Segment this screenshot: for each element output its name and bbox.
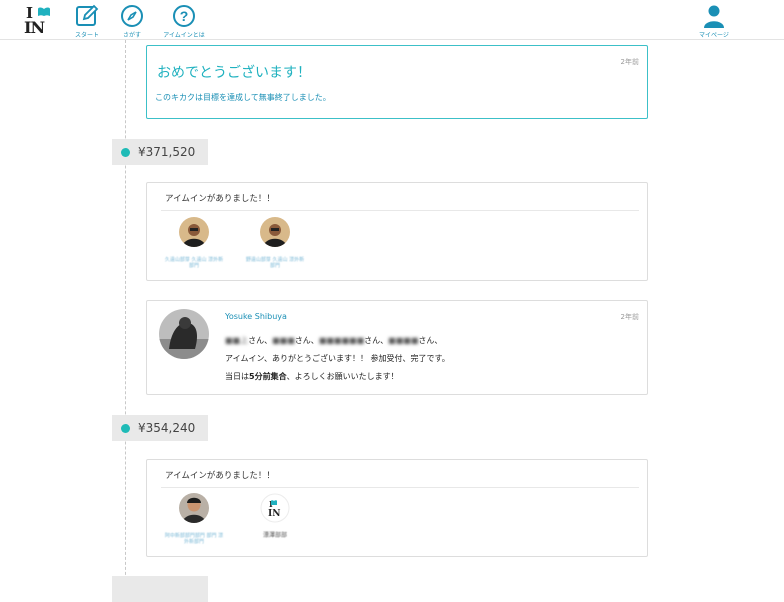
mention-name: ■■■■■■ <box>318 336 365 345</box>
nav-about-label: アイムインとは <box>163 32 205 39</box>
aim-in-card: アイムインがありました！！ 久遠山部芽 久遠山 漂外新部門 野遠山部芽 久遠山 … <box>146 182 648 281</box>
supporter-avatar <box>179 493 209 523</box>
supporter[interactable]: I IN 漂澤部部 <box>245 493 305 539</box>
completed-age: 2年前 <box>620 58 639 66</box>
completed-text: このキカクは目標を達成して無事終了しました。 <box>155 93 331 102</box>
message-text: 当日は <box>225 372 249 381</box>
svg-text:IN: IN <box>268 509 280 519</box>
nav-start-label: スタート <box>74 32 99 39</box>
supporter[interactable]: 久遠山部芽 久遠山 漂外新部門 <box>164 217 224 269</box>
user-icon <box>704 5 724 28</box>
supporter-name: 久遠山部芽 久遠山 漂外新部門 <box>164 257 224 269</box>
aim-in-card: アイムインがありました！！ 阿中新部部門部門 部門 漂外新部門 I IN 漂澤部… <box>146 459 648 557</box>
honorific: さん、 <box>294 336 319 345</box>
aim-in-heading: アイムインがありました！！ <box>165 471 275 481</box>
nav-search[interactable]: さがす <box>112 4 152 39</box>
supporter-avatar <box>179 217 209 247</box>
supporter-name: 阿中新部部門部門 部門 漂外新部門 <box>164 533 224 545</box>
book-heart-icon <box>38 7 50 16</box>
supporter-name: 野遠山部芽 久遠山 漂外新部門 <box>245 257 305 269</box>
timeline-line <box>125 40 126 600</box>
message-text: 、よろしくお願いいたします！ <box>286 372 399 381</box>
timeline-amount: ¥354,240 <box>112 415 208 441</box>
honorific: さん、 <box>364 336 389 345</box>
amount-value: ¥371,520 <box>138 145 196 159</box>
divider <box>161 487 639 488</box>
message-author[interactable]: Yosuke Shibuya <box>225 312 287 321</box>
amount-value: ¥354,240 <box>138 421 196 435</box>
nav-start[interactable]: スタート <box>66 4 108 39</box>
message-bold-text: 5分前集合 <box>249 372 287 381</box>
imin-default-avatar-icon: I IN <box>260 493 290 523</box>
completed-card: おめでとうございます！ 2年前 このキカクは目標を達成して無事終了しました。 <box>146 45 648 119</box>
message-age: 2年前 <box>620 313 639 321</box>
top-nav-bar: I IN スタート さがす ? アイムインとは マイページ <box>0 0 784 40</box>
nav-mypage[interactable]: マイページ <box>692 4 736 39</box>
question-icon: ? <box>173 5 195 27</box>
honorific: さん、 <box>418 336 443 345</box>
timeline-amount-partial <box>112 576 208 602</box>
supporter-avatar <box>260 217 290 247</box>
author-avatar[interactable] <box>159 309 209 359</box>
logo[interactable]: I IN <box>24 4 58 37</box>
logo-text-bottom: IN <box>24 18 45 37</box>
timeline-dot <box>121 424 130 433</box>
mention-name: ■■■■ <box>388 336 419 345</box>
mention-name: ■■■ <box>272 336 295 345</box>
completed-title: おめでとうございます！ <box>157 65 311 81</box>
message-line-1: ■■上さん、■■■さん、■■■■■■さん、■■■■さん、 <box>225 335 442 346</box>
message-line-3: 当日は5分前集合、よろしくお願いいたします！ <box>225 371 399 382</box>
honorific: さん、 <box>248 336 273 345</box>
mention-name: ■■上 <box>225 336 249 345</box>
timeline-amount: ¥371,520 <box>112 139 208 165</box>
divider <box>161 210 639 211</box>
message-line-2: アイムイン、ありがとうございます！！ 参加受付、完了です。 <box>225 354 450 363</box>
pencil-icon <box>76 4 99 26</box>
compass-icon <box>121 5 143 27</box>
supporter[interactable]: 野遠山部芽 久遠山 漂外新部門 <box>245 217 305 269</box>
nav-mypage-label: マイページ <box>699 32 729 39</box>
svg-text:?: ? <box>180 8 189 24</box>
timeline-dot <box>121 148 130 157</box>
supporter-name: 漂澤部部 <box>262 532 287 539</box>
supporter[interactable]: 阿中新部部門部門 部門 漂外新部門 <box>164 493 224 545</box>
aim-in-heading: アイムインがありました！！ <box>165 194 275 204</box>
nav-about[interactable]: ? アイムインとは <box>156 4 212 39</box>
message-card: Yosuke Shibuya 2年前 ■■上さん、■■■さん、■■■■■■さん、… <box>146 300 648 395</box>
nav-search-label: さがす <box>122 32 141 39</box>
